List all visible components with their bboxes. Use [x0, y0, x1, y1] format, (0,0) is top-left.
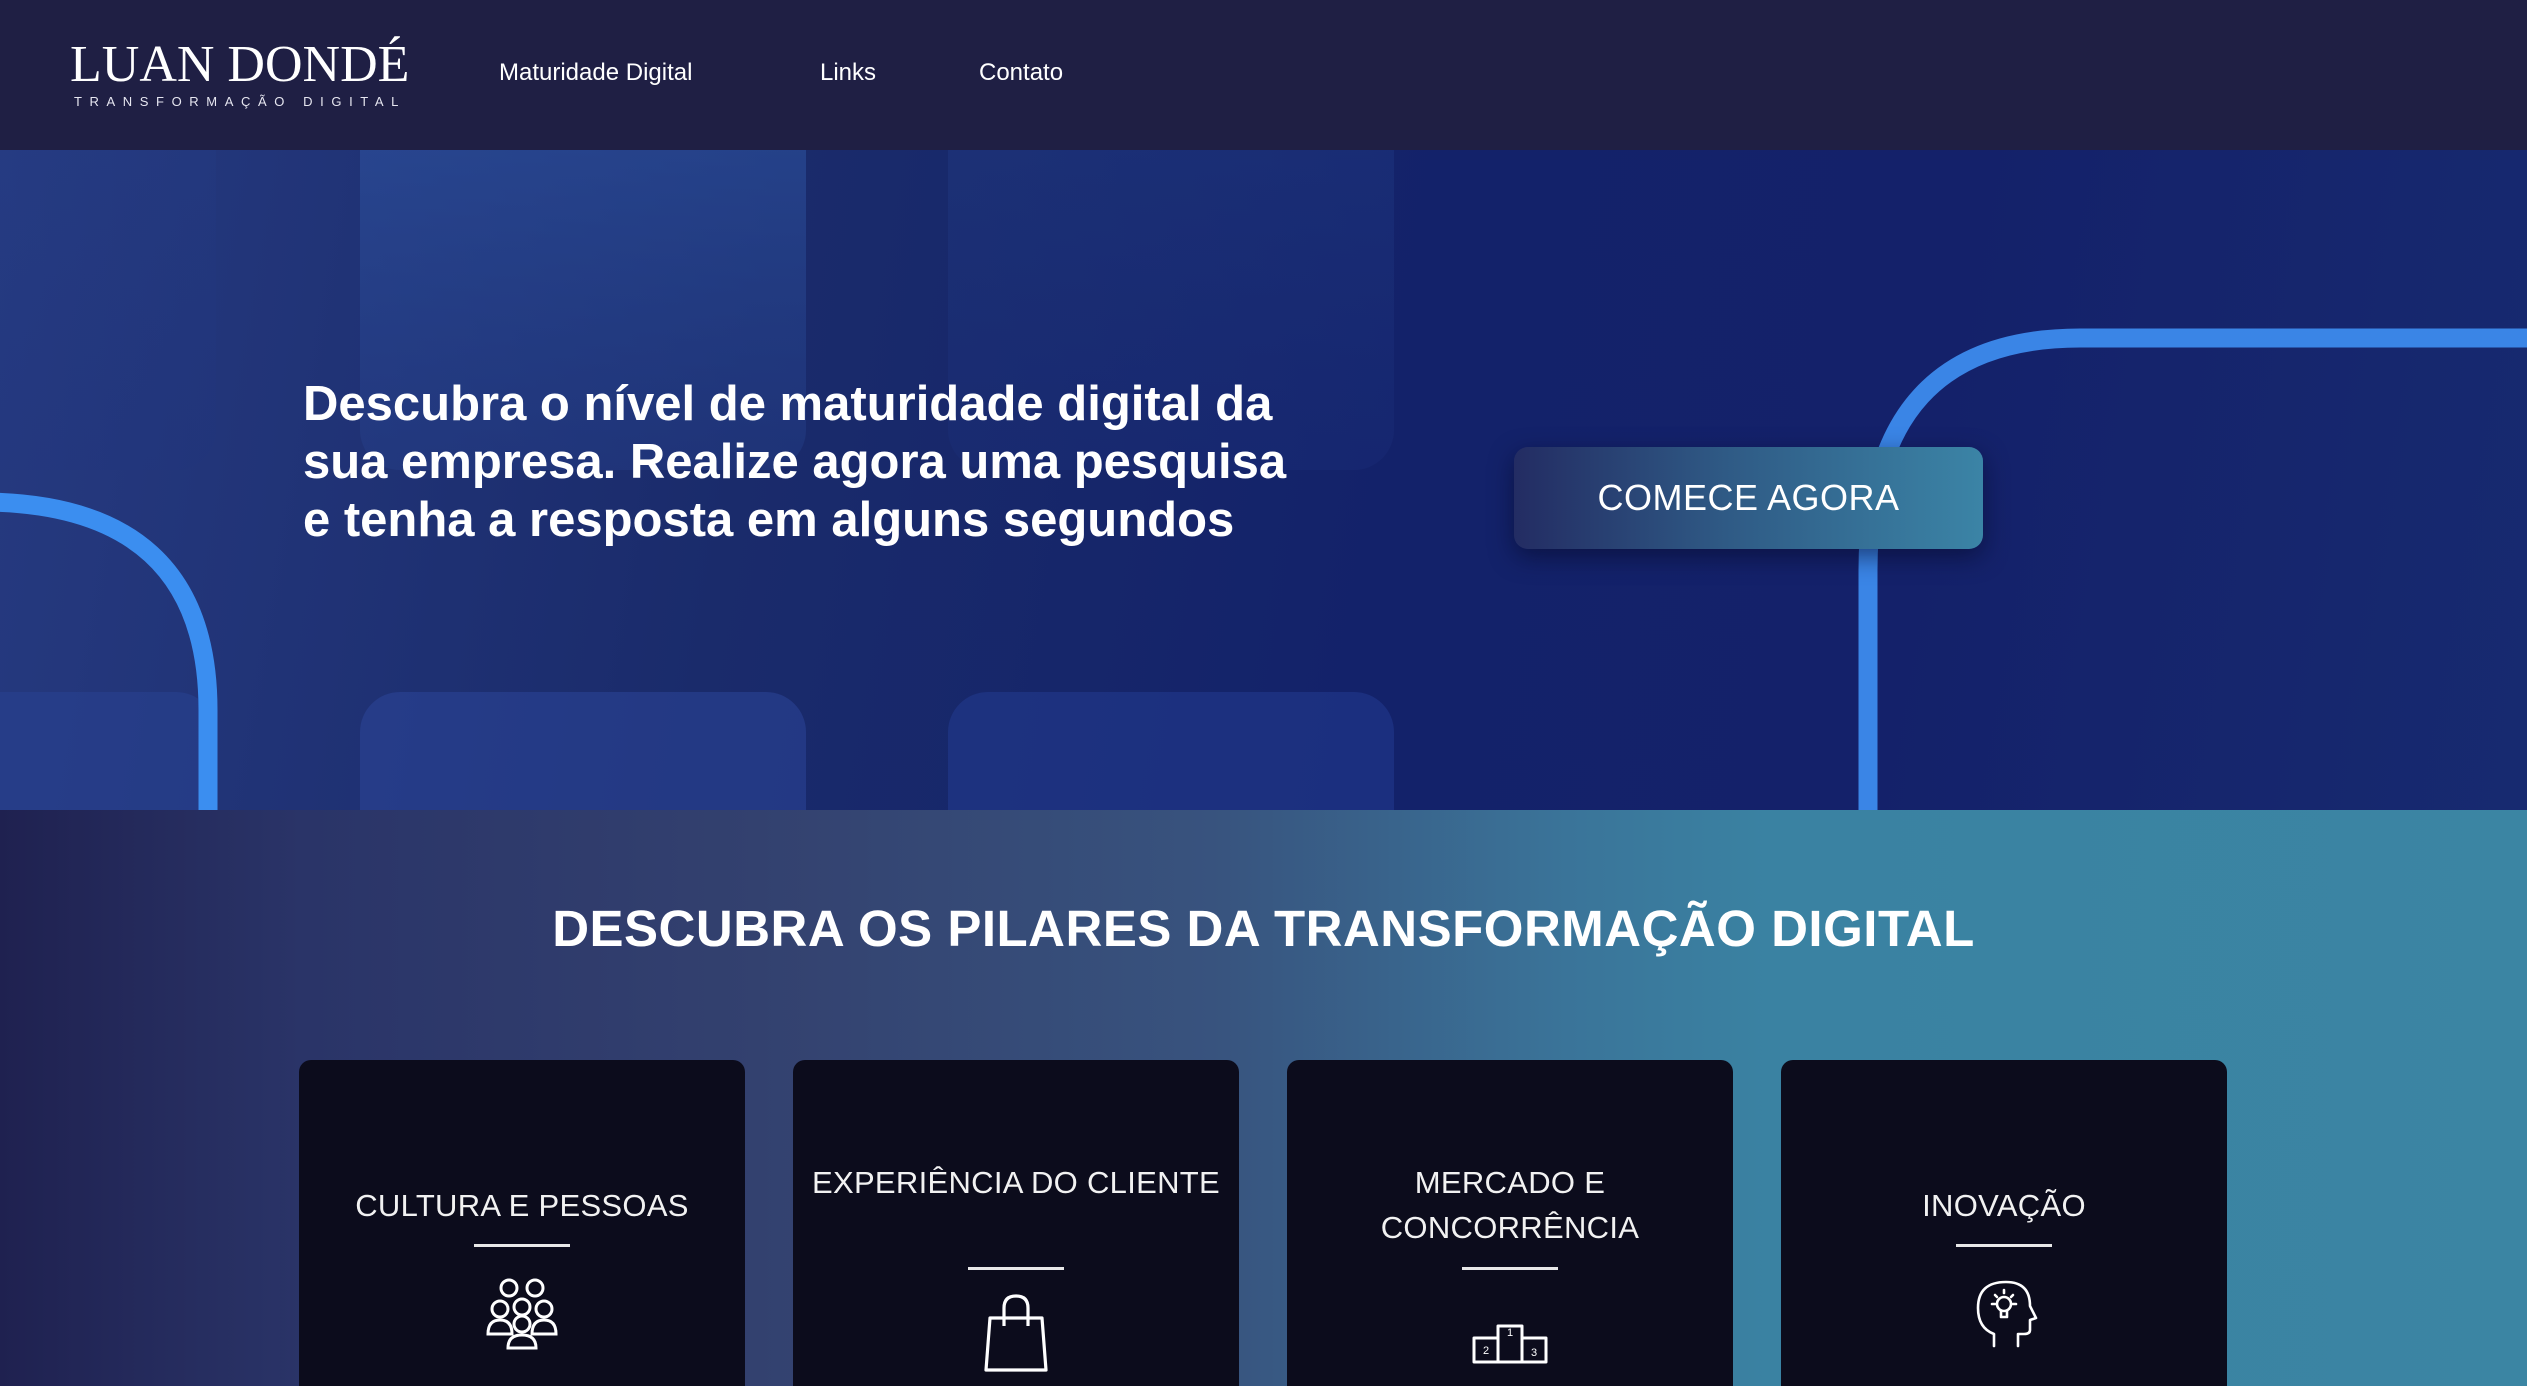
svg-text:3: 3	[1531, 1347, 1537, 1359]
svg-text:1: 1	[1507, 1327, 1513, 1339]
pillar-card-title: MERCADO E CONCORRÊNCIA	[1380, 1165, 1640, 1245]
pillar-card-inovacao[interactable]: INOVAÇÃO	[1781, 1060, 2227, 1386]
head-lightbulb-icon	[1964, 1272, 2044, 1352]
people-group-icon	[482, 1272, 562, 1352]
nav-item-maturidade-digital[interactable]: Maturidade Digital	[499, 56, 692, 90]
pillar-card-mercado-concorrencia[interactable]: MERCADO E CONCORRÊNCIA 1 2 3	[1287, 1060, 1733, 1386]
hero-section: Descubra o nível de maturidade digital d…	[0, 150, 2527, 810]
nav-item-links[interactable]: Links	[820, 56, 876, 90]
hero-headline: Descubra o nível de maturidade digital d…	[303, 377, 1287, 547]
shopping-bag-icon	[976, 1292, 1056, 1372]
pillar-card-experiencia-cliente[interactable]: EXPERIÊNCIA DO CLIENTE	[793, 1060, 1239, 1386]
nav-item-contato[interactable]: Contato	[979, 56, 1063, 90]
pillar-card-divider	[1462, 1267, 1558, 1270]
svg-text:2: 2	[1483, 1345, 1489, 1357]
logo-name: LUAN DONDÉ	[70, 36, 410, 93]
logo-tagline: TRANSFORMAÇÃO DIGITAL	[74, 94, 406, 109]
pillars-section: DESCUBRA OS PILARES DA TRANSFORMAÇÃO DIG…	[0, 810, 2527, 1386]
pillar-card-divider	[1956, 1244, 2052, 1247]
site-logo[interactable]: LUAN DONDÉ TRANSFORMAÇÃO DIGITAL	[70, 36, 410, 110]
pillar-card-title: CULTURA E PESSOAS	[355, 1188, 689, 1223]
pillar-card-divider	[968, 1267, 1064, 1270]
start-now-button[interactable]: COMECE AGORA	[1514, 447, 1983, 549]
pillars-title: DESCUBRA OS PILARES DA TRANSFORMAÇÃO DIG…	[552, 900, 1975, 957]
pillar-card-title: EXPERIÊNCIA DO CLIENTE	[812, 1165, 1220, 1200]
pillar-card-cultura-pessoas[interactable]: CULTURA E PESSOAS	[299, 1060, 745, 1386]
pillar-card-title: INOVAÇÃO	[1922, 1188, 2086, 1223]
pillar-card-divider	[474, 1244, 570, 1247]
site-header: LUAN DONDÉ TRANSFORMAÇÃO DIGITAL Maturid…	[0, 0, 2527, 150]
podium-icon: 1 2 3	[1470, 1290, 1550, 1370]
